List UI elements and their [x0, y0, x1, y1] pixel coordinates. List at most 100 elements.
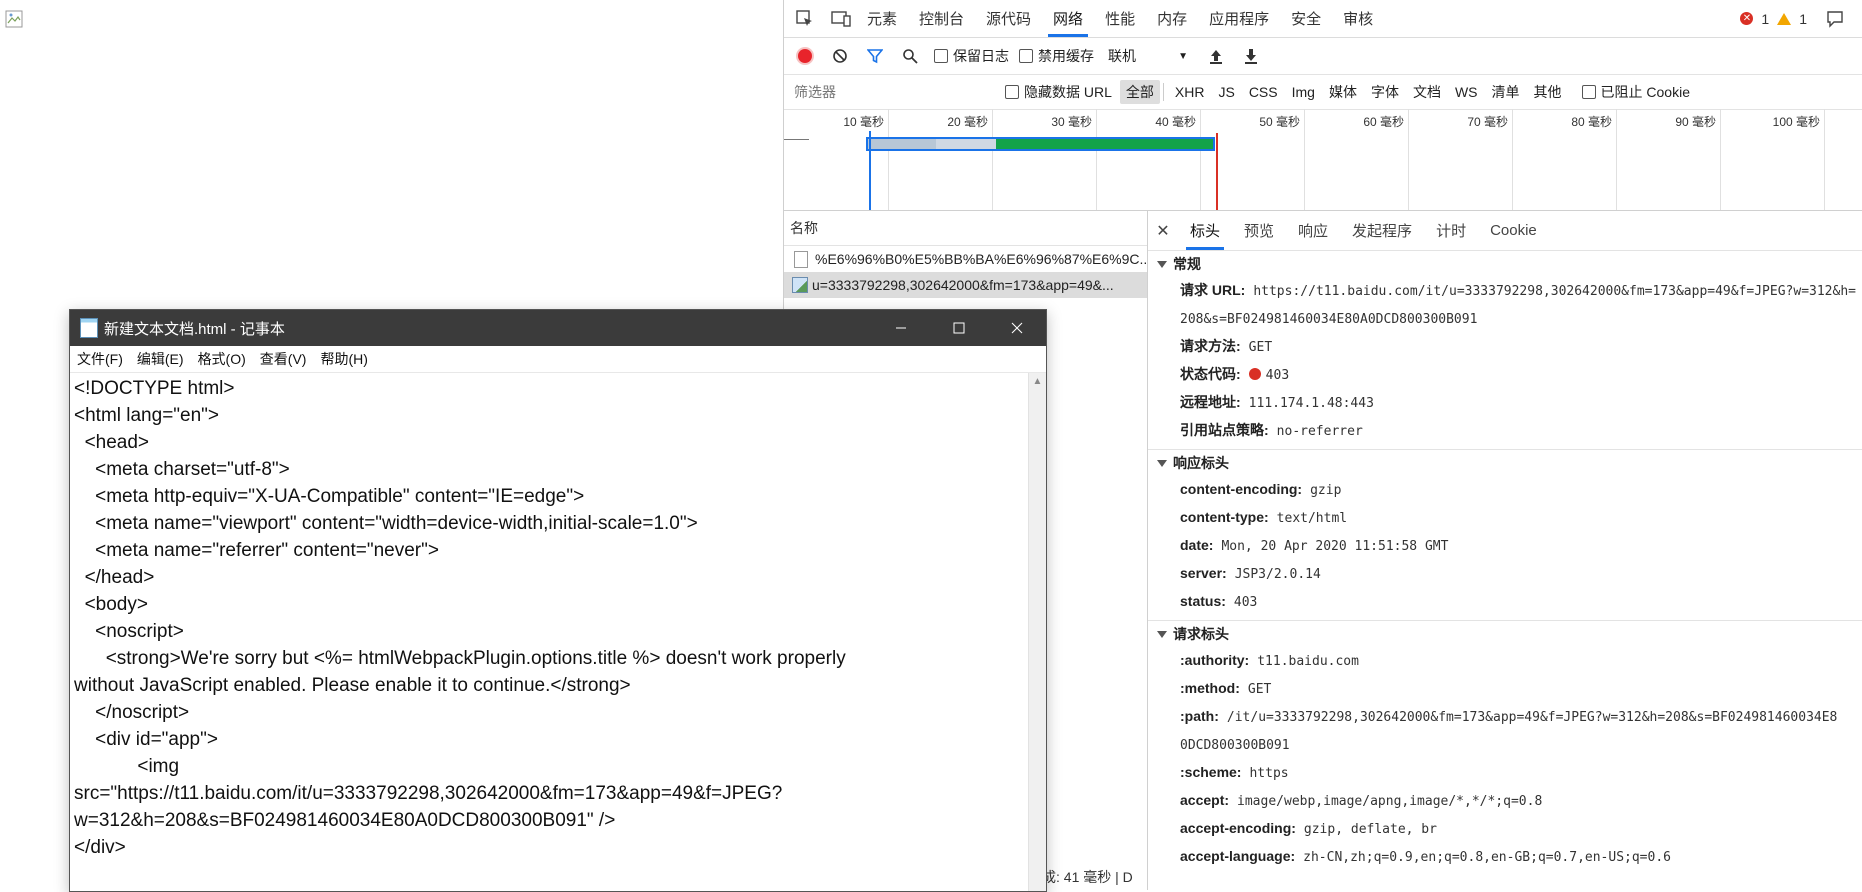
request-row[interactable]: u=3333792298,302642000&fm=173&app=49&... [784, 272, 1147, 298]
timeline-tick-label: 40 毫秒 [1155, 115, 1196, 129]
minimize-icon [896, 327, 906, 329]
response-header-row: content-encoding: gzip [1180, 481, 1342, 498]
minimize-button[interactable] [872, 310, 930, 346]
timeline-gridline [888, 109, 889, 210]
tab-preview[interactable]: 预览 [1232, 211, 1286, 250]
column-header-name[interactable]: 名称 [784, 211, 1147, 246]
response-header-row: date: Mon, 20 Apr 2020 11:51:58 GMT [1180, 537, 1449, 554]
filter-input[interactable] [792, 78, 1001, 106]
blocked-cookies-checkbox[interactable]: 已阻止 Cookie [1581, 82, 1690, 102]
tab-security[interactable]: 安全 [1280, 0, 1332, 37]
timeline-gridline [1200, 109, 1201, 210]
tab-timing[interactable]: 计时 [1424, 211, 1478, 250]
filter-bar: 隐藏数据 URL 全部 XHR JS CSS Img 媒体 字体 文档 WS 清… [784, 75, 1862, 110]
response-headers-section-toggle[interactable]: 响应标头 [1148, 449, 1862, 476]
request-header-row: :scheme: https [1180, 764, 1289, 781]
domcontentloaded-marker [869, 131, 871, 210]
request-url-row-cont: 208&s=BF024981460034E80A0DCD800300B091 [1180, 312, 1478, 327]
tab-sources[interactable]: 源代码 [975, 0, 1042, 37]
search-icon[interactable] [896, 42, 924, 70]
type-filter-css[interactable]: CSS [1243, 82, 1284, 102]
scroll-up-icon[interactable]: ▲ [1029, 373, 1046, 390]
request-url-row: 请求 URL: https://t11.baidu.com/it/u=333379… [1180, 282, 1856, 299]
timeline-tick-label: 100 毫秒 [1772, 115, 1820, 129]
type-filter-js[interactable]: JS [1212, 82, 1240, 102]
type-filter-other[interactable]: 其他 [1528, 80, 1568, 104]
notepad-title-bar[interactable]: 新建文本文档.html - 记事本 [70, 310, 1046, 346]
notepad-text-area[interactable]: <!DOCTYPE html> <html lang="en"> <head> … [70, 373, 1029, 891]
timeline-gridline [1616, 109, 1617, 210]
timeline-tick-label: 60 毫秒 [1363, 115, 1404, 129]
tab-performance[interactable]: 性能 [1094, 0, 1146, 37]
collapse-triangle-icon [1157, 260, 1167, 268]
collapse-triangle-icon [1157, 630, 1167, 638]
device-emulation-icon[interactable] [826, 4, 856, 34]
type-filter-ws[interactable]: WS [1449, 82, 1484, 102]
tab-headers[interactable]: 标头 [1178, 211, 1232, 250]
response-header-row: content-type: text/html [1180, 509, 1348, 526]
warning-icon [1777, 12, 1792, 25]
tab-cookies[interactable]: Cookie [1478, 211, 1549, 250]
tab-initiator[interactable]: 发起程序 [1340, 211, 1424, 250]
request-header-row: :authority: t11.baidu.com [1180, 652, 1359, 669]
timeline-gridline [1096, 109, 1097, 210]
clear-icon[interactable] [826, 42, 854, 70]
preserve-log-checkbox[interactable]: 保留日志 [934, 46, 1009, 66]
document-icon [794, 250, 808, 268]
type-filter-doc[interactable]: 文档 [1407, 80, 1447, 104]
load-event-marker [1216, 133, 1218, 210]
tab-elements[interactable]: 元素 [856, 0, 908, 37]
tab-response[interactable]: 响应 [1286, 211, 1340, 250]
record-icon[interactable] [791, 42, 819, 70]
filter-icon[interactable] [861, 42, 889, 70]
type-filter-xhr[interactable]: XHR [1169, 82, 1211, 102]
request-method-row: 请求方法: GET [1180, 338, 1273, 355]
network-overview-timeline[interactable]: 10 毫秒 20 毫秒 30 毫秒 40 毫秒 50 毫秒 60 毫秒 70 毫… [784, 109, 1862, 211]
response-header-row: server: JSP3/2.0.14 [1180, 565, 1321, 582]
disable-cache-checkbox[interactable]: 禁用缓存 [1019, 46, 1094, 66]
timeline-tick-label: 90 毫秒 [1675, 115, 1716, 129]
type-filter-all[interactable]: 全部 [1119, 80, 1160, 104]
timeline-tick-label: 20 毫秒 [947, 115, 988, 129]
close-button[interactable] [988, 310, 1046, 346]
menu-format[interactable]: 格式(O) [191, 349, 253, 369]
inspect-element-icon[interactable] [790, 4, 820, 34]
tab-application[interactable]: 应用程序 [1198, 0, 1280, 37]
type-filter-img[interactable]: Img [1286, 82, 1321, 102]
tab-console[interactable]: 控制台 [908, 0, 975, 37]
request-header-row-cont: 0DCD800300B091 [1180, 738, 1290, 753]
timing-bar-waiting [868, 139, 936, 149]
menu-view[interactable]: 查看(V) [253, 349, 314, 369]
feedback-icon[interactable] [1825, 9, 1845, 29]
tab-memory[interactable]: 内存 [1146, 0, 1198, 37]
tab-audits[interactable]: 审核 [1332, 0, 1384, 37]
import-har-icon[interactable] [1202, 42, 1230, 70]
general-section-toggle[interactable]: 常规 [1148, 251, 1862, 277]
throttling-select[interactable]: 联机 ▼ [1108, 46, 1188, 66]
status-code-row: 状态代码: 403 [1180, 366, 1290, 383]
type-filter-font[interactable]: 字体 [1365, 80, 1405, 104]
timing-bar-download [996, 139, 1213, 149]
export-har-icon[interactable] [1237, 42, 1265, 70]
menu-edit[interactable]: 编辑(E) [130, 349, 191, 369]
timeline-tick-label: 80 毫秒 [1571, 115, 1612, 129]
close-icon[interactable]: ✕ [1148, 221, 1178, 241]
menu-file[interactable]: 文件(F) [70, 349, 130, 369]
request-header-row: accept-encoding: gzip, deflate, br [1180, 820, 1437, 837]
details-tab-bar: ✕ 标头 预览 响应 发起程序 计时 Cookie [1148, 211, 1862, 251]
vertical-scrollbar[interactable]: ▲ [1028, 373, 1046, 891]
notepad-menu-bar: 文件(F) 编辑(E) 格式(O) 查看(V) 帮助(H) [70, 346, 1046, 373]
menu-help[interactable]: 帮助(H) [313, 349, 374, 369]
hide-data-url-checkbox[interactable]: 隐藏数据 URL [1005, 82, 1112, 102]
timeline-gridline [1824, 109, 1825, 210]
issue-counter[interactable]: ✕ 1 1 [1740, 9, 1862, 29]
timeline-gridline [1304, 109, 1305, 210]
maximize-button[interactable] [930, 310, 988, 346]
timeline-gridline [1512, 109, 1513, 210]
type-filter-manifest[interactable]: 清单 [1486, 80, 1526, 104]
request-row[interactable]: %E6%96%B0%E5%BB%BA%E6%96%87%E6%9C... [784, 246, 1147, 272]
type-filter-media[interactable]: 媒体 [1323, 80, 1363, 104]
request-headers-section-toggle[interactable]: 请求标头 [1148, 620, 1862, 647]
tab-network[interactable]: 网络 [1042, 0, 1094, 37]
notepad-window: 新建文本文档.html - 记事本 文件(F) 编辑(E) 格式(O) 查看(V… [69, 309, 1047, 892]
